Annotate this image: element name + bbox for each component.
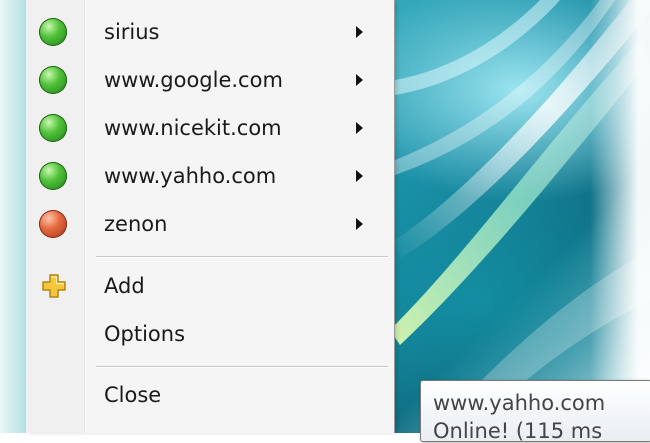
wallpaper-edge-fade: [590, 0, 650, 433]
menu-item-host-nicekit[interactable]: www.nicekit.com: [26, 104, 394, 152]
green-status-icon: [39, 18, 67, 46]
tooltip-status-text: Online! (115 ms: [433, 419, 603, 443]
menu-separator: [96, 256, 388, 257]
submenu-arrow-icon: [356, 74, 363, 86]
menu-item-close[interactable]: Close: [26, 371, 394, 419]
menu-item-options[interactable]: Options: [26, 310, 394, 358]
menu-item-host-zenon[interactable]: zenon: [26, 200, 394, 248]
wallpaper-left-strip: [0, 0, 26, 433]
tooltip-host-name: www.yahho.com: [433, 391, 606, 415]
menu-item-host-yahho[interactable]: www.yahho.com: [26, 152, 394, 200]
menu-item-add[interactable]: Add: [26, 262, 394, 310]
green-status-icon: [39, 114, 67, 142]
menu-item-label: Add: [104, 274, 145, 298]
red-status-icon: [39, 210, 67, 238]
menu-item-label: sirius: [104, 20, 160, 44]
tray-context-menu: sirius www.google.com www.nicekit.com ww…: [26, 0, 395, 433]
menu-item-label: Options: [104, 322, 186, 346]
plus-icon: [42, 274, 66, 298]
menu-item-label: www.nicekit.com: [104, 116, 282, 140]
menu-item-label: Close: [104, 383, 162, 407]
menu-item-label: zenon: [104, 212, 168, 236]
menu-item-label: www.yahho.com: [104, 164, 277, 188]
green-status-icon: [39, 162, 67, 190]
submenu-arrow-icon: [356, 26, 363, 38]
submenu-arrow-icon: [356, 122, 363, 134]
menu-item-host-sirius[interactable]: sirius: [26, 8, 394, 56]
submenu-arrow-icon: [356, 218, 363, 230]
menu-item-host-google[interactable]: www.google.com: [26, 56, 394, 104]
green-status-icon: [39, 66, 67, 94]
menu-separator: [96, 366, 388, 367]
submenu-arrow-icon: [356, 170, 363, 182]
menu-item-label: www.google.com: [104, 68, 283, 92]
